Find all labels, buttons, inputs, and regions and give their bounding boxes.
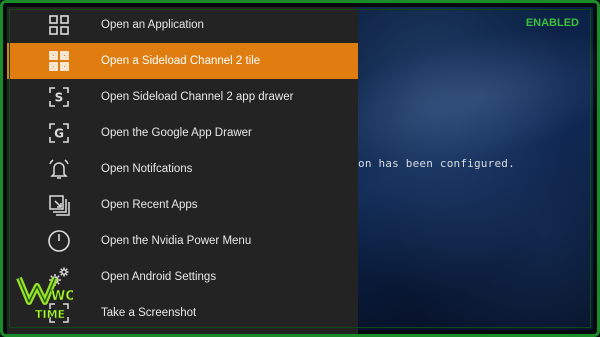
menu-item-sideload-drawer[interactable]: S Open Sideload Channel 2 app drawer <box>7 79 358 115</box>
menu-item-power-menu[interactable]: Open the Nvidia Power Menu <box>7 223 358 259</box>
menu-item-label: Open Android Settings <box>101 271 217 283</box>
menu-item-sideload-tile[interactable]: Open a Sideload Channel 2 tile <box>7 43 358 79</box>
menu-item-label: Open Recent Apps <box>101 199 198 211</box>
menu-item-label: Open the Google App Drawer <box>101 127 252 139</box>
menu-item-label: Take a Screenshot <box>101 307 197 319</box>
menu-item-label: Open Sideload Channel 2 app drawer <box>101 91 294 103</box>
svg-text:S: S <box>55 91 64 105</box>
menu-item-label: Open an Application <box>101 19 204 31</box>
svg-text:G: G <box>54 127 64 141</box>
recent-apps-icon <box>45 191 73 219</box>
console-output-text: on has been configured. <box>358 157 515 170</box>
menu-item-label: Open the Nvidia Power Menu <box>101 235 252 247</box>
status-badge: ENABLED <box>525 17 579 29</box>
power-icon <box>45 227 73 255</box>
svg-text:WOT: WOT <box>51 289 73 304</box>
wallpaper-background: on has been configured. ENABLED <box>358 7 593 330</box>
menu-item-label: Open Notifcations <box>101 163 193 175</box>
tv-screen-frame: on has been configured. ENABLED Open an … <box>0 0 600 337</box>
bell-icon <box>45 155 73 183</box>
g-drawer-icon: G <box>45 119 73 147</box>
tile-grid-icon <box>45 47 73 75</box>
app-grid-icon <box>45 11 73 39</box>
svg-text:TIME: TIME <box>35 308 65 321</box>
menu-item-open-application[interactable]: Open an Application <box>7 7 358 43</box>
menu-item-google-drawer[interactable]: G Open the Google App Drawer <box>7 115 358 151</box>
s-drawer-icon: S <box>45 83 73 111</box>
menu-item-notifications[interactable]: Open Notifcations <box>7 151 358 187</box>
wot-time-logo: WOT TIME <box>15 272 86 324</box>
menu-item-recent-apps[interactable]: Open Recent Apps <box>7 187 358 223</box>
menu-item-label: Open a Sideload Channel 2 tile <box>101 55 261 67</box>
